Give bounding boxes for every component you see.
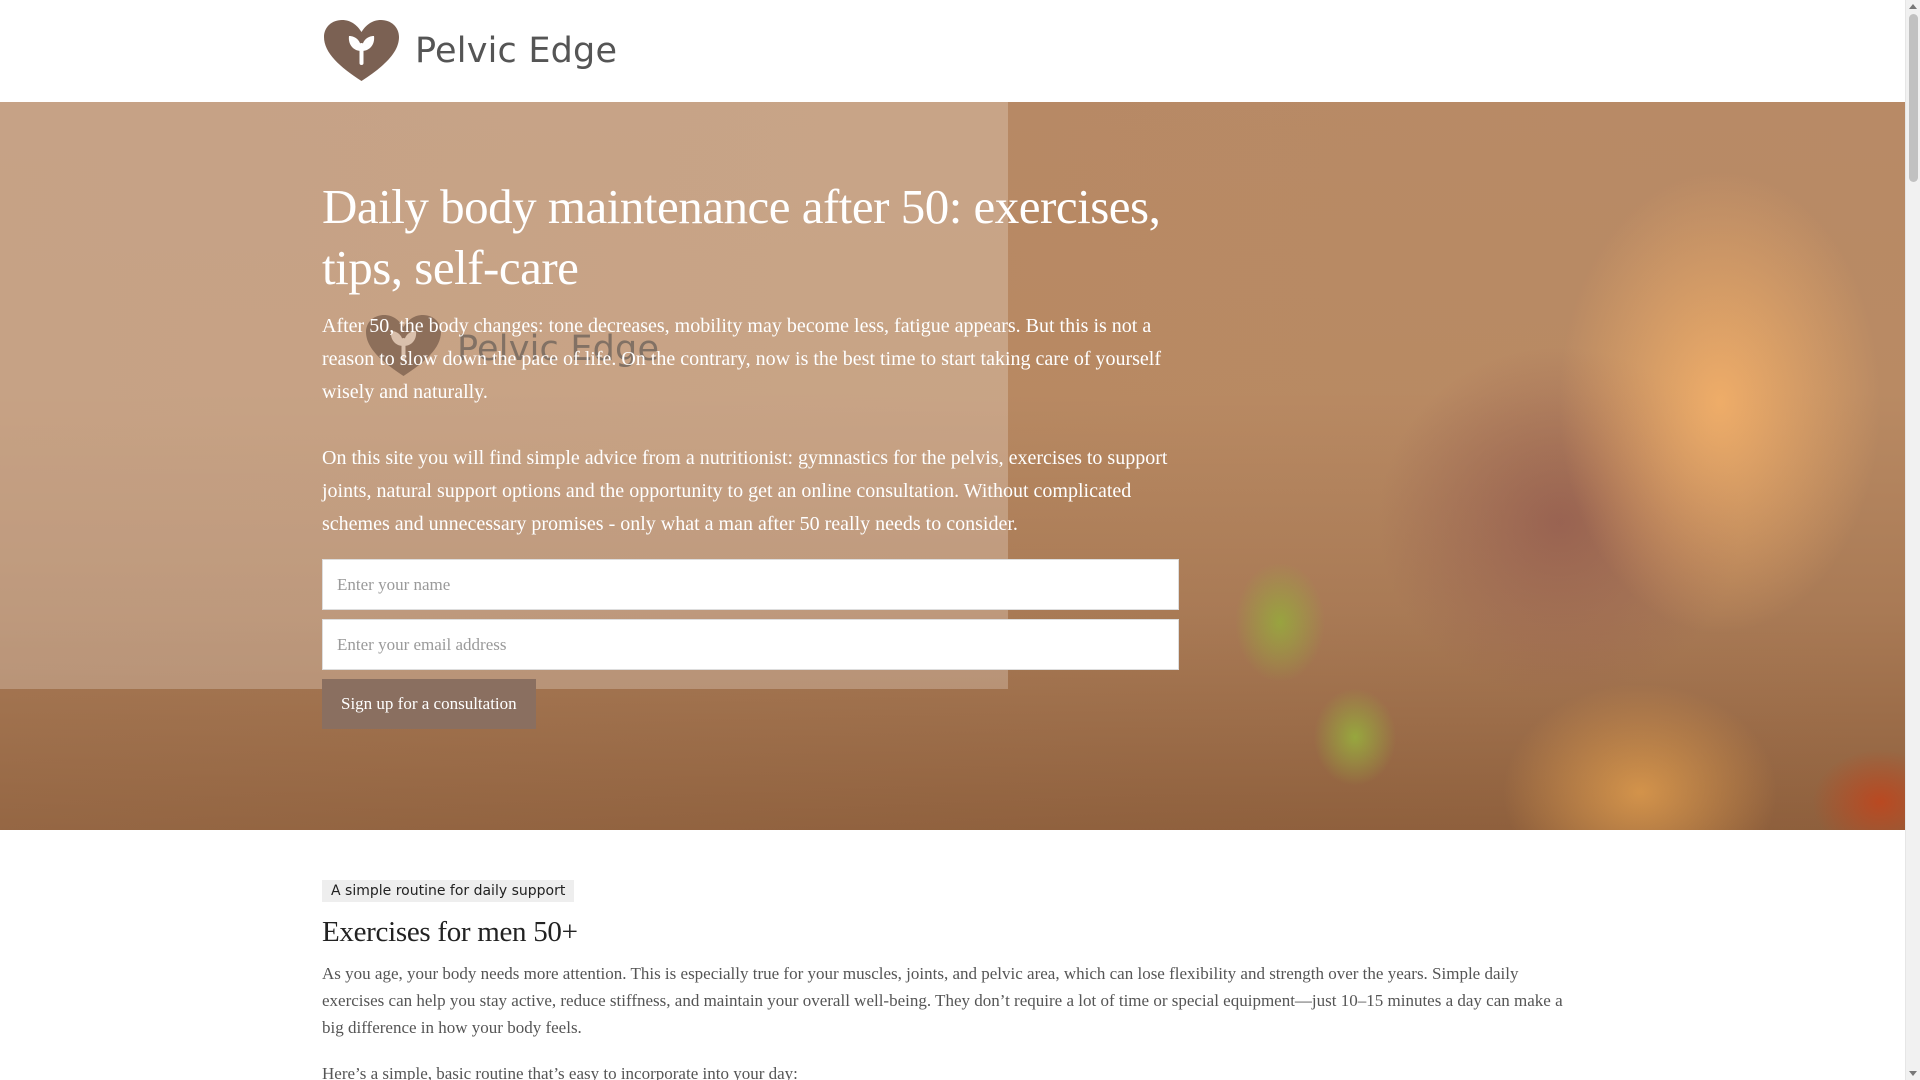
site-header: Pelvic Edge (0, 0, 1905, 102)
logo-link[interactable]: Pelvic Edge (322, 19, 617, 83)
section-title: Exercises for men 50+ (322, 916, 578, 948)
hero-content: Daily body maintenance after 50: exercis… (322, 176, 1180, 729)
hero-intro-paragraph: After 50, the body changes: tone decreas… (322, 315, 1162, 403)
logo-text: Pelvic Edge (415, 31, 618, 71)
name-field (322, 559, 1179, 610)
sign-up-consultation-button[interactable]: Sign up for a consultation (322, 679, 536, 729)
page: Pelvic Edge Pelvic Edge Daily body maint… (0, 0, 1905, 1080)
scrollbar-thumb[interactable] (1909, 14, 1918, 182)
hero-section: Pelvic Edge Daily body maintenance after… (0, 102, 1905, 830)
section-routine-intro: Here’s a simple, basic routine that’s ea… (322, 1064, 798, 1080)
section-badge: A simple routine for daily support (322, 880, 575, 902)
page-scrollbar[interactable] (1905, 0, 1920, 1080)
heart-leaf-icon (322, 19, 401, 83)
consultation-form: Sign up for a consultation (322, 559, 1179, 729)
exercises-section: A simple routine for daily support Exerc… (322, 880, 1567, 1080)
scroll-down-arrow-icon[interactable] (1909, 1071, 1917, 1076)
name-input[interactable] (337, 574, 1164, 595)
email-field (322, 619, 1179, 670)
hero-title: Daily body maintenance after 50: exercis… (322, 179, 1161, 295)
scroll-up-arrow-icon[interactable] (1909, 4, 1917, 9)
section-paragraph: As you age, your body needs more attenti… (322, 964, 1563, 1037)
email-input[interactable] (337, 634, 1164, 655)
hero-description-paragraph: On this site you will find simple advice… (322, 447, 1168, 535)
